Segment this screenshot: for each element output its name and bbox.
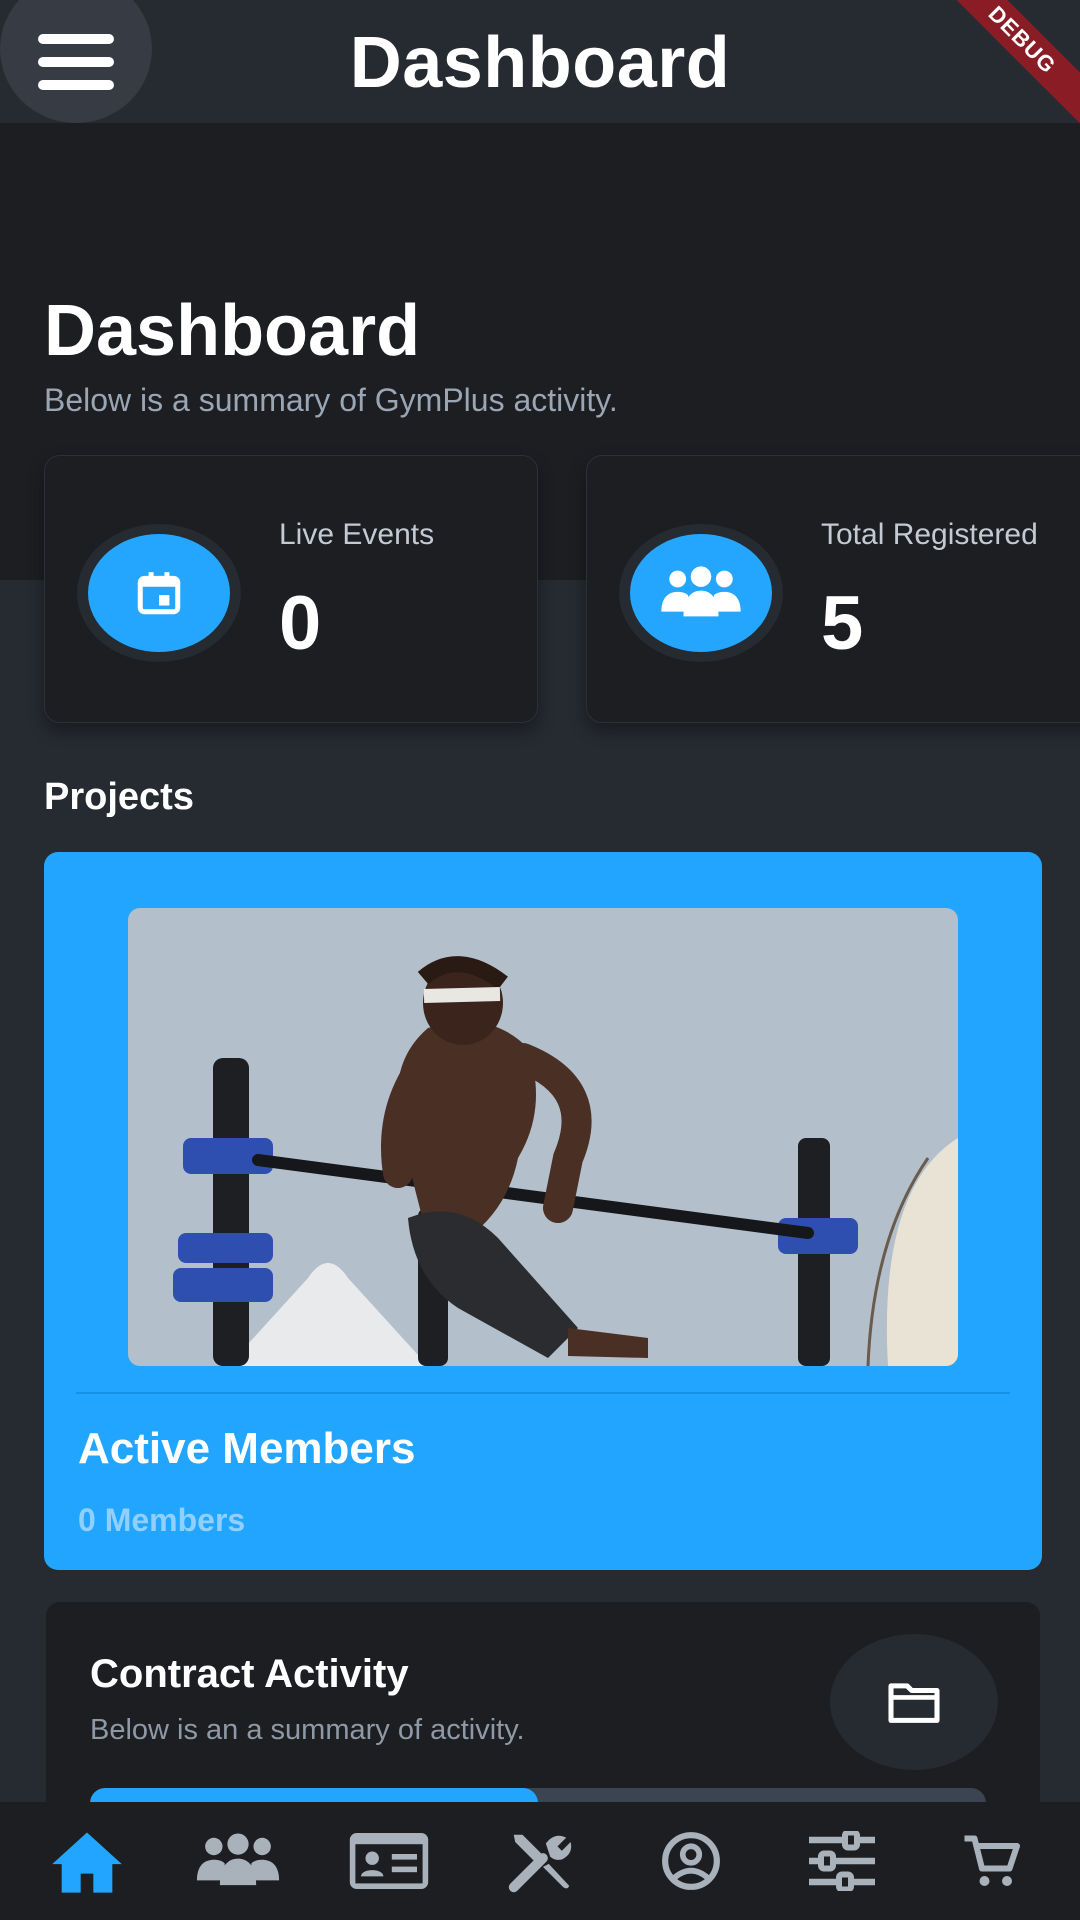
page-title: Dashboard <box>44 291 421 371</box>
app-bar: Dashboard DEBUG <box>0 0 1080 138</box>
folder-icon <box>888 1683 940 1723</box>
stat-icon-ring <box>619 524 783 662</box>
stat-value: 0 <box>279 581 322 666</box>
page-subtitle: Below is a summary of GymPlus activity. <box>44 382 618 418</box>
cart-icon <box>964 1835 1021 1886</box>
stat-icon-circle <box>630 534 772 652</box>
sliders-icon <box>808 1831 875 1891</box>
people-icon <box>661 566 741 617</box>
stat-value: 5 <box>821 581 864 666</box>
project-card-title: Active Members <box>78 1424 416 1473</box>
home-icon <box>52 1832 123 1893</box>
nav-id-card[interactable] <box>324 1811 454 1911</box>
project-card-active-members[interactable]: Active Members 0 Members <box>44 852 1042 1570</box>
calendar-icon <box>137 572 181 615</box>
contract-activity-card[interactable]: Contract Activity Below is an a summary … <box>46 1602 1040 1822</box>
nav-members[interactable] <box>173 1811 303 1911</box>
folder-button[interactable] <box>830 1634 998 1770</box>
project-card-subtitle: 0 Members <box>78 1502 246 1538</box>
projects-section-title: Projects <box>44 776 194 818</box>
nav-cart[interactable] <box>927 1811 1057 1911</box>
stat-icon-ring <box>77 524 241 662</box>
contract-subtitle: Below is an a summary of activity. <box>90 1714 525 1746</box>
stat-card-total-registered[interactable]: Total Registered 5 <box>586 455 1080 723</box>
nav-settings[interactable] <box>777 1811 907 1911</box>
stat-card-live-events[interactable]: Live Events 0 <box>44 455 538 723</box>
athlete-photo <box>128 908 958 1366</box>
tools-icon <box>508 1834 572 1893</box>
stat-label: Live Events <box>279 518 435 551</box>
id-card-icon <box>349 1833 429 1889</box>
stat-label: Total Registered <box>821 518 1038 551</box>
nav-profile[interactable] <box>626 1811 756 1911</box>
stat-icon-circle <box>88 534 230 652</box>
app-bar-title: Dashboard <box>349 23 731 103</box>
contract-title: Contract Activity <box>90 1652 409 1696</box>
nav-home[interactable] <box>22 1811 152 1911</box>
bottom-navigation <box>0 1802 1080 1920</box>
nav-tools[interactable] <box>475 1811 605 1911</box>
group-icon <box>197 1833 280 1886</box>
card-divider <box>76 1392 1010 1394</box>
account-circle-icon <box>661 1832 720 1890</box>
